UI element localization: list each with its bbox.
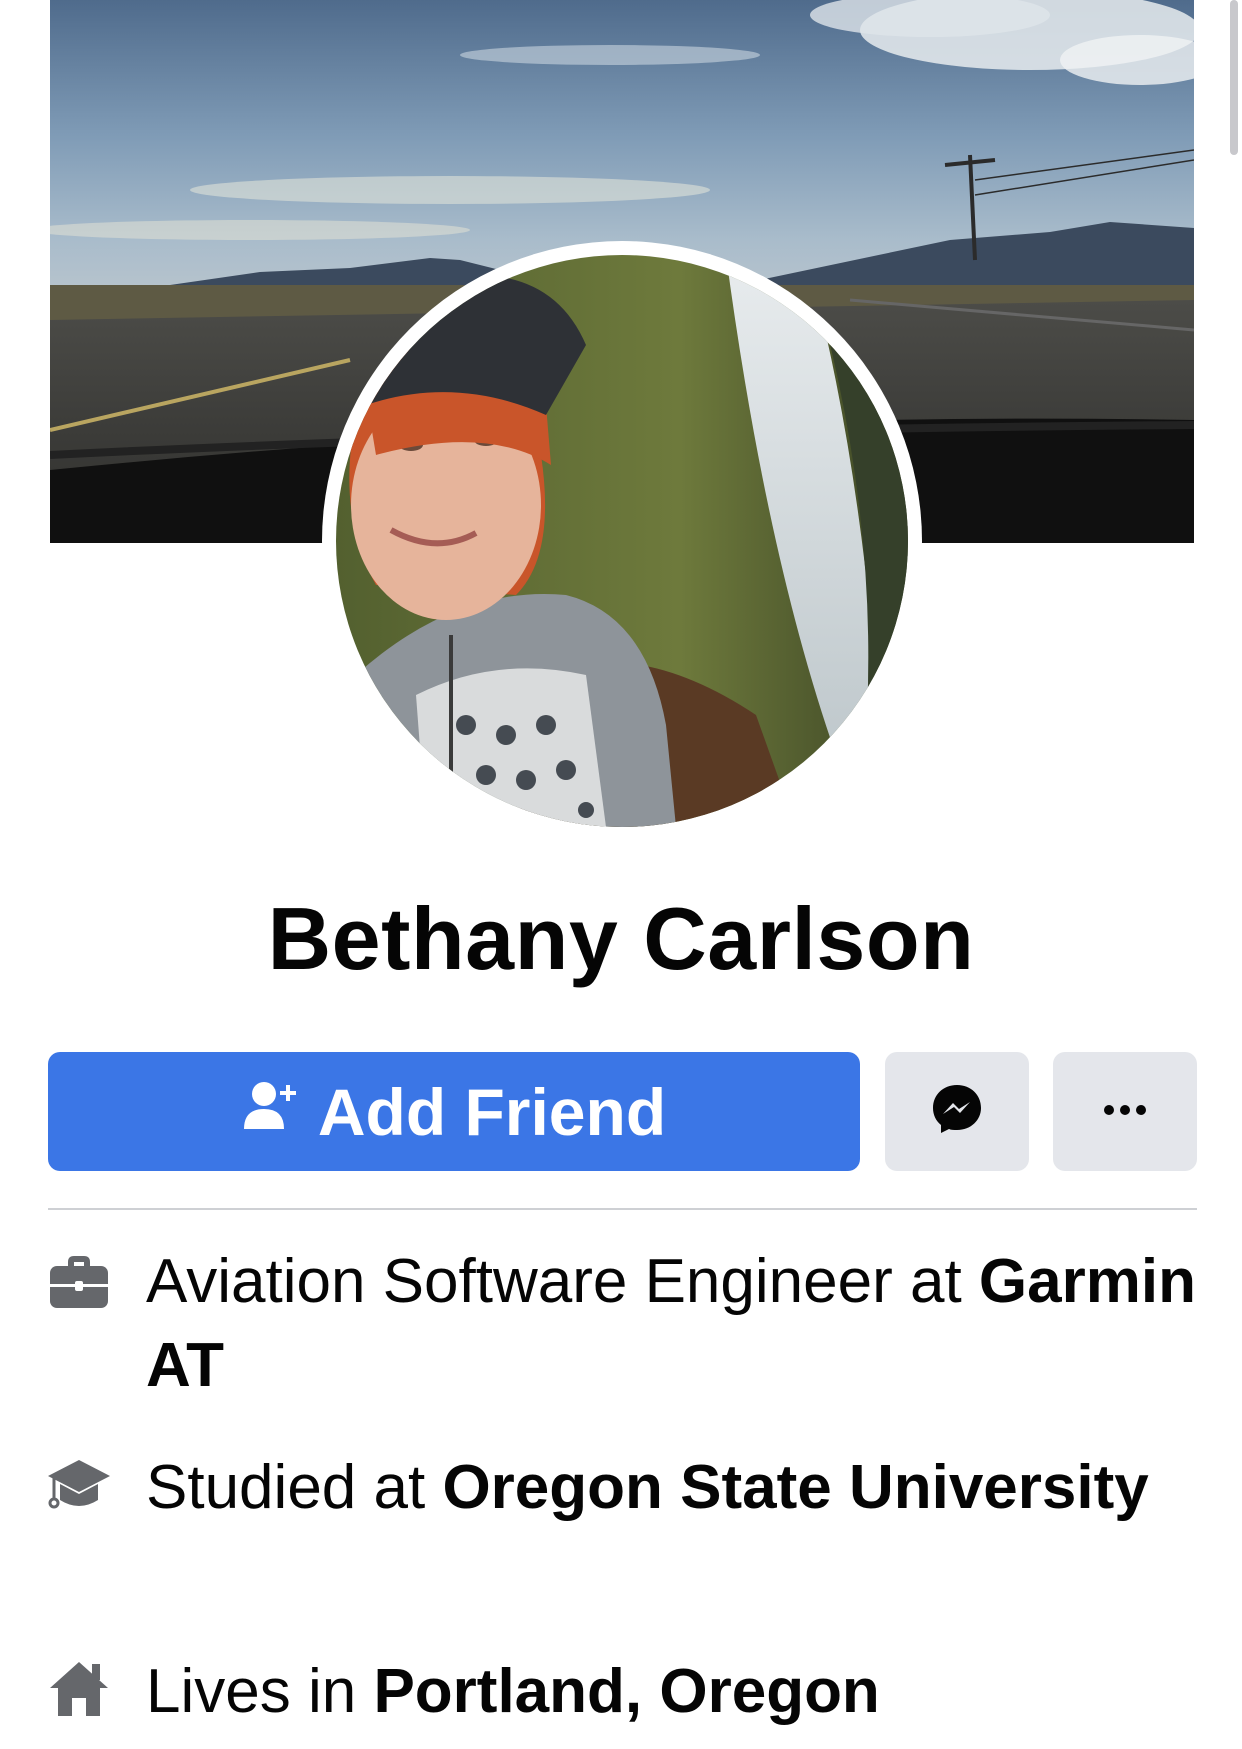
graduation-cap-icon (48, 1456, 110, 1518)
education-text: Studied at Oregon State University (146, 1446, 1198, 1530)
messenger-icon (931, 1083, 983, 1140)
home-icon (48, 1658, 110, 1720)
more-options-button[interactable] (1053, 1052, 1197, 1171)
more-dots-icon (1103, 1103, 1147, 1121)
scrollbar[interactable] (1230, 0, 1238, 155)
residence-prefix: Lives in (146, 1657, 374, 1726)
education-prefix: Studied at (146, 1453, 443, 1522)
profile-avatar[interactable] (336, 255, 908, 827)
education-value[interactable]: Oregon State University (442, 1453, 1148, 1522)
work-detail[interactable]: Aviation Software Engineer at Garmin AT (48, 1240, 1198, 1410)
add-person-icon (242, 1074, 300, 1150)
work-text: Aviation Software Engineer at Garmin AT (146, 1240, 1198, 1408)
briefcase-icon (48, 1252, 110, 1314)
profile-name: Bethany Carlson (267, 889, 975, 988)
residence-detail[interactable]: Lives in Portland, Oregon (48, 1650, 1198, 1745)
education-detail[interactable]: Studied at Oregon State University (48, 1446, 1198, 1616)
add-friend-label: Add Friend (317, 1074, 667, 1149)
section-divider (48, 1208, 1197, 1210)
residence-value[interactable]: Portland, Oregon (373, 1657, 879, 1726)
work-prefix: Aviation Software Engineer at (146, 1247, 979, 1316)
avatar-border (322, 241, 922, 841)
message-button[interactable] (885, 1052, 1029, 1171)
residence-text: Lives in Portland, Oregon (146, 1650, 1198, 1734)
add-friend-button[interactable]: Add Friend (48, 1052, 860, 1171)
